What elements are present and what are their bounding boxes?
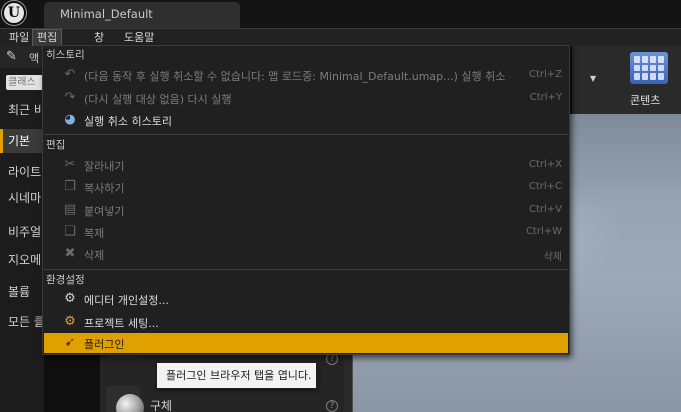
menu-item-label: (다시 실행 대상 없음) 다시 실행 [84, 93, 232, 106]
menu-item-label: 실행 취소 히스토리 [84, 115, 172, 128]
level-tab-title: Minimal_Default [60, 7, 153, 21]
menu-separator [44, 269, 568, 270]
menu-item-shortcut: 삭제 [543, 252, 562, 263]
plugins-tooltip: 플러그인 브라우저 탭을 엽니다. [156, 362, 317, 389]
menu-item-undo-history[interactable]: ◕ 실행 취소 히스토리 [44, 109, 568, 131]
menu-item-delete[interactable]: ✖ 삭제 삭제 [44, 243, 568, 265]
title-bar: U Minimal_Default [0, 0, 681, 28]
menu-bar: 파일 편집 창 도움말 [0, 28, 681, 47]
chevron-down-icon[interactable]: ▼ [590, 74, 596, 83]
menu-item-cut[interactable]: ✂ 잘라내기 Ctrl+X [44, 154, 568, 176]
modes-header-label: 액 [29, 52, 40, 65]
menu-item-project-settings[interactable]: ⚙ 프로젝트 세팅... [44, 311, 568, 333]
duplicate-icon: ❏ [64, 224, 76, 239]
menu-item-redo[interactable]: ↷ (다시 실행 대상 없음) 다시 실행 Ctrl+Y [44, 87, 568, 109]
copy-icon: ❐ [64, 179, 76, 194]
main-toolbar: ▼ 콘텐츠 [572, 46, 681, 114]
menu-item-label: 플러그인 [84, 338, 125, 351]
undo-history-icon: ◕ [64, 112, 76, 127]
category-visual-effects[interactable]: 비주얼 [0, 220, 44, 244]
section-title-history: 히스토리 [46, 49, 85, 61]
undo-icon: ↶ [64, 67, 76, 82]
sphere-thumbnail [106, 386, 144, 412]
help-icon[interactable]: ? [326, 400, 338, 412]
section-title-configuration: 환경설정 [46, 274, 85, 286]
content-button-label[interactable]: 콘텐츠 [630, 92, 660, 108]
edit-menu-dropdown: 히스토리 ↶ (다음 동작 후 실행 취소할 수 없습니다: 맵 로드중: Mi… [42, 45, 570, 355]
editor-preferences-icon: ⚙ [64, 291, 76, 306]
menu-item-shortcut: Ctrl+Z [528, 69, 562, 80]
class-search-input[interactable]: 클래스 [6, 75, 44, 90]
sphere-icon [116, 394, 144, 412]
menu-item-label: 삭제 [84, 249, 105, 262]
menu-item-shortcut: Ctrl+Y [529, 92, 562, 103]
plugins-icon: ➹ [64, 335, 76, 350]
category-recent[interactable]: 최근 비 [0, 98, 44, 122]
category-volumes[interactable]: 볼륨 [0, 280, 44, 304]
menu-item-copy[interactable]: ❐ 복사하기 Ctrl+C [44, 176, 568, 198]
place-item-label: 구체 [150, 399, 173, 412]
category-cinematic[interactable]: 시네마 [0, 186, 44, 210]
section-title-edit: 편집 [46, 139, 66, 151]
category-basic[interactable]: 기본 [0, 129, 44, 153]
menu-item-label: 잘라내기 [84, 160, 125, 173]
category-geometry[interactable]: 지오메 [0, 248, 44, 272]
menu-item-label: 복제 [84, 227, 105, 240]
cut-icon: ✂ [64, 157, 76, 172]
content-browser-icon[interactable] [630, 52, 668, 84]
modes-header: ✎ 액 [0, 46, 44, 68]
place-mode-icon[interactable]: ✎ [6, 49, 17, 64]
menu-item-duplicate[interactable]: ❏ 복제 Ctrl+W [44, 221, 568, 243]
menu-item-paste[interactable]: ▤ 붙여넣기 Ctrl+V [44, 199, 568, 221]
menu-item-editor-preferences[interactable]: ⚙ 에디터 개인설정... [44, 288, 568, 310]
menu-item-label: 붙여넣기 [84, 205, 125, 218]
project-settings-icon: ⚙ [64, 314, 76, 329]
redo-icon: ↷ [64, 90, 76, 105]
menu-item-plugins[interactable]: ➹ 플러그인 [44, 333, 568, 353]
menu-item-undo[interactable]: ↶ (다음 동작 후 실행 취소할 수 없습니다: 맵 로드중: Minimal… [44, 64, 568, 86]
menu-separator [44, 134, 568, 135]
category-lights[interactable]: 라이트 [0, 160, 44, 184]
menu-file[interactable]: 파일 [5, 29, 33, 47]
menu-item-shortcut: Ctrl+W [525, 226, 562, 237]
place-mode-panel: ✎ 액 클래스 최근 비 기본 라이트 시네마 비주얼 지오메 볼륨 모든 클 [0, 46, 44, 412]
paste-icon: ▤ [63, 202, 77, 217]
delete-icon: ✖ [64, 246, 76, 261]
unreal-logo-icon[interactable]: U [2, 1, 26, 25]
menu-item-label: 에디터 개인설정... [84, 294, 169, 307]
menu-item-label: (다음 동작 후 실행 취소할 수 없습니다: 맵 로드중: Minimal_D… [84, 70, 506, 83]
menu-item-label: 복사하기 [84, 182, 125, 195]
level-tab[interactable]: Minimal_Default [44, 2, 240, 28]
menu-item-label: 프로젝트 세팅... [84, 317, 159, 330]
menu-item-shortcut: Ctrl+V [528, 204, 562, 215]
menu-item-shortcut: Ctrl+C [528, 181, 562, 192]
menu-item-shortcut: Ctrl+X [528, 159, 562, 170]
category-all-classes[interactable]: 모든 클 [0, 310, 44, 334]
